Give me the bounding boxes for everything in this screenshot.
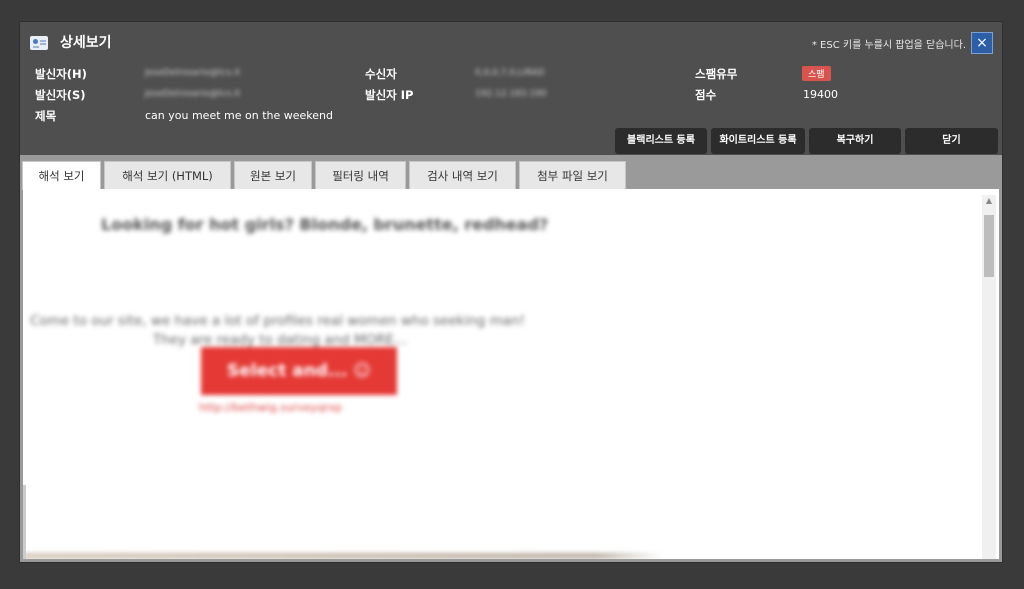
score-label: 점수 [695,88,717,102]
close-icon[interactable]: × [971,32,993,54]
tab-filtering[interactable]: 필터링 내역 [315,161,406,189]
spam-badge: 스팸 [802,66,831,81]
tab-original[interactable]: 원본 보기 [234,161,312,189]
tab-attachments[interactable]: 첨부 파일 보기 [519,161,626,189]
tab-bar: 해석 보기 해석 보기 (HTML) 원본 보기 필터링 내역 검사 내역 보기… [22,161,1000,190]
whitelist-button[interactable]: 화이트리스트 등록 [711,128,805,154]
sender-h-label: 발신자(H) [35,67,87,81]
popup-titlebar: 상세보기 * ESC 키를 누를시 팝업을 닫습니다. × [20,22,1002,62]
restore-button[interactable]: 복구하기 [809,128,901,154]
mail-link[interactable]: http://bethwig.surveyqrxp [199,401,342,414]
score-value: 19400 [803,88,838,101]
recipient-value: 0,0,0,7,0,LIRAD [475,68,545,78]
mail-viewer[interactable]: Looking for hot girls? Blonde, brunette,… [23,189,999,559]
mail-text-line: Come to our site, we have a lot of profi… [30,313,526,329]
spam-label: 스팸유무 [695,67,738,81]
mail-image-strip [23,553,978,559]
recipient-label: 수신자 [365,67,397,81]
blacklist-button[interactable]: 블랙리스트 등록 [615,128,707,154]
scroll-thumb[interactable] [984,215,994,277]
mail-body: Looking for hot girls? Blonde, brunette,… [23,189,978,559]
tab-parsed-html[interactable]: 해석 보기 (HTML) [104,161,231,189]
scroll-up-arrow-icon[interactable]: ▲ [982,195,996,207]
vertical-scrollbar[interactable]: ▲ [982,195,996,559]
sender-s-label: 발신자(S) [35,88,86,102]
sender-ip-value: 192.12.183.190 [475,89,547,99]
sender-h-value: JoseDelrosario@tcs.it [145,68,241,78]
sender-ip-label: 발신자 IP [365,88,414,102]
mail-headline: Looking for hot girls? Blonde, brunette,… [101,215,549,234]
mail-cta-button[interactable]: Select and... ☺ [201,347,397,395]
card-icon [30,36,48,50]
esc-hint: * ESC 키를 누를시 팝업을 닫습니다. [811,40,966,51]
content-frame: 해석 보기 해석 보기 (HTML) 원본 보기 필터링 내역 검사 내역 보기… [20,155,1002,562]
subject-value: can you meet me on the weekend [145,109,333,122]
subject-label: 제목 [35,109,57,123]
sender-s-value: JoseDelrosario@tcs.it [145,89,241,99]
close-button[interactable]: 닫기 [905,128,998,154]
mail-text-line: They are ready to dating and MORE... [153,332,408,348]
detail-popup: 상세보기 * ESC 키를 누를시 팝업을 닫습니다. × 발신자(H) Jos… [20,22,1002,562]
popup-title: 상세보기 [60,35,112,51]
viewer-edge [23,485,26,559]
tab-inspection[interactable]: 검사 내역 보기 [409,161,516,189]
tab-parsed-view[interactable]: 해석 보기 [22,161,101,190]
